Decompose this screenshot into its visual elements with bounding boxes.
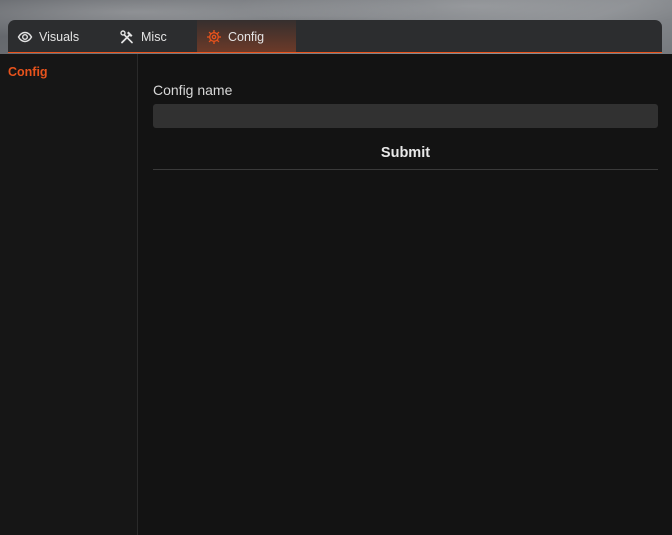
- tab-visuals[interactable]: Visuals: [8, 20, 108, 53]
- tab-config[interactable]: Config: [197, 20, 296, 53]
- content-panel: Config Config name Submit: [0, 54, 672, 535]
- tab-misc[interactable]: Misc: [110, 20, 196, 53]
- tools-icon: [119, 29, 135, 45]
- eye-icon: [17, 29, 33, 45]
- tab-label: Misc: [141, 29, 167, 44]
- sidebar-item-config[interactable]: Config: [8, 65, 48, 79]
- gear-icon: [206, 29, 222, 45]
- tab-bar: Visuals Misc Config: [8, 20, 662, 53]
- config-name-label: Config name: [153, 82, 233, 98]
- config-name-input[interactable]: [153, 104, 658, 128]
- tab-label: Config: [228, 29, 265, 44]
- config-form: Config name Submit: [153, 54, 658, 535]
- menu-window: Visuals Misc Config Config Config name S…: [0, 20, 672, 535]
- submit-button[interactable]: Submit: [153, 136, 658, 170]
- tab-label: Visuals: [39, 29, 80, 44]
- sidebar: Config: [0, 54, 138, 535]
